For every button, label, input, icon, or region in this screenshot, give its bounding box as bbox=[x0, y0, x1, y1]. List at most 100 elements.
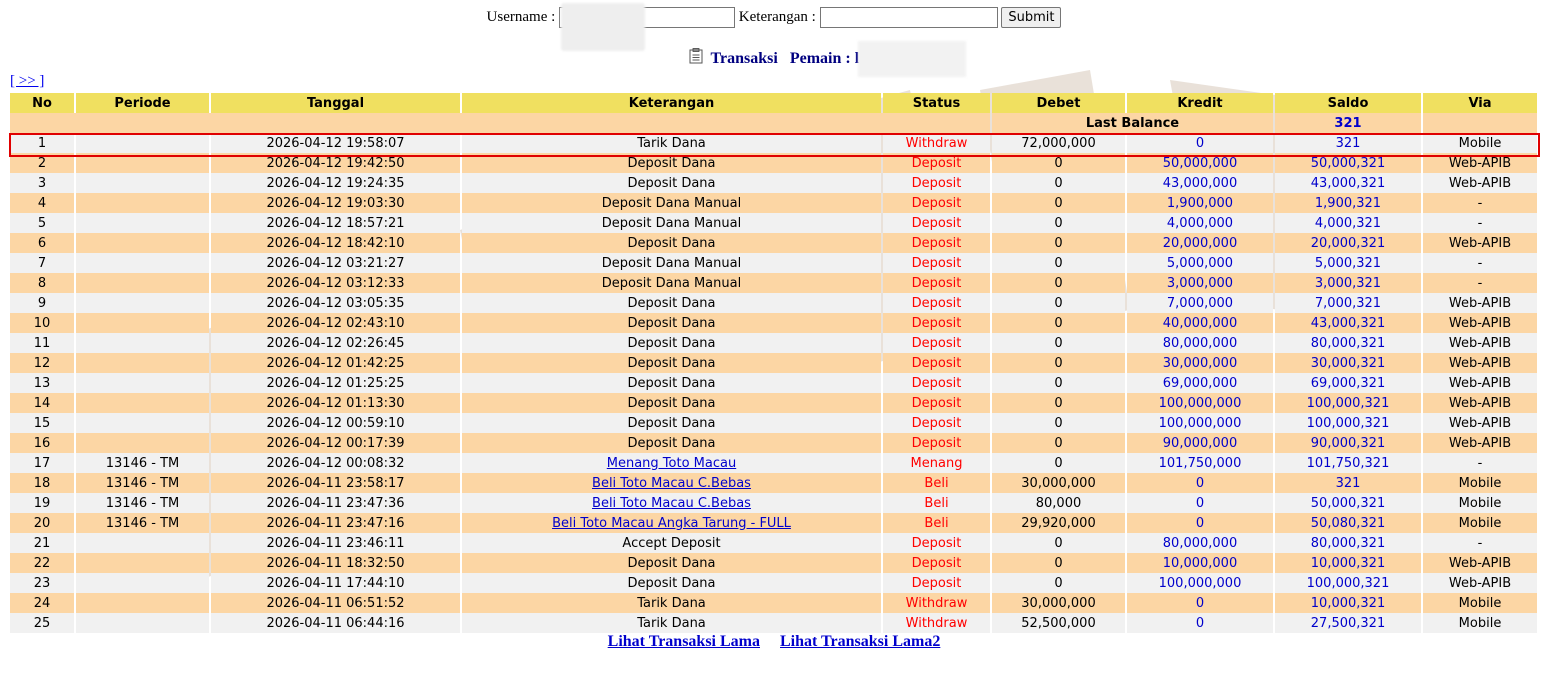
cell-saldo: 43,000,321 bbox=[1275, 173, 1421, 193]
cell-tanggal: 2026-04-11 18:32:50 bbox=[211, 553, 460, 573]
table-row: 7 2026-04-12 03:21:27 Deposit Dana Manual D… bbox=[10, 253, 1537, 273]
cell-periode bbox=[76, 213, 209, 233]
cell-via: Web-APIB bbox=[1423, 153, 1537, 173]
cell-periode bbox=[76, 533, 209, 553]
cell-periode bbox=[76, 613, 209, 633]
cell-status: Deposit bbox=[883, 353, 990, 373]
cell-tanggal: 2026-04-12 19:58:07 bbox=[211, 133, 460, 153]
cell-debet: 0 bbox=[992, 373, 1125, 393]
cell-tanggal: 2026-04-11 17:44:10 bbox=[211, 573, 460, 593]
cell-no: 15 bbox=[10, 413, 74, 433]
cell-debet: 0 bbox=[992, 333, 1125, 353]
table-row: 15 2026-04-12 00:59:10 Deposit Dana Deposit… bbox=[10, 413, 1537, 433]
cell-kredit: 50,000,000 bbox=[1127, 153, 1273, 173]
transaction-detail-link[interactable]: Beli Toto Macau Angka Tarung - FULL bbox=[552, 516, 791, 531]
table-row: 22 2026-04-11 18:32:50 Deposit Dana Deposit… bbox=[10, 553, 1537, 573]
cell-tanggal: 2026-04-12 00:17:39 bbox=[211, 433, 460, 453]
col-via: Via bbox=[1423, 93, 1537, 113]
cell-keterangan: Deposit Dana bbox=[462, 413, 881, 433]
cell-saldo: 321 bbox=[1275, 473, 1421, 493]
cell-via: Mobile bbox=[1423, 133, 1537, 153]
cell-status: Deposit bbox=[883, 553, 990, 573]
cell-via: Web-APIB bbox=[1423, 433, 1537, 453]
cell-kredit: 80,000,000 bbox=[1127, 533, 1273, 553]
cell-debet: 30,000,000 bbox=[992, 593, 1125, 613]
cell-via: Web-APIB bbox=[1423, 553, 1537, 573]
last-balance-value: 321 bbox=[1275, 113, 1421, 133]
cell-periode bbox=[76, 433, 209, 453]
cell-status: Deposit bbox=[883, 413, 990, 433]
cell-keterangan: Beli Toto Macau Angka Tarung - FULL bbox=[462, 513, 881, 533]
cell-no: 3 bbox=[10, 173, 74, 193]
cell-kredit: 0 bbox=[1127, 613, 1273, 633]
cell-via: - bbox=[1423, 193, 1537, 213]
cell-no: 11 bbox=[10, 333, 74, 353]
cell-kredit: 0 bbox=[1127, 133, 1273, 153]
cell-via: - bbox=[1423, 213, 1537, 233]
pemain-wrap: Pemain : l bbox=[790, 41, 966, 77]
table-row: 4 2026-04-12 19:03:30 Deposit Dana Manual D… bbox=[10, 193, 1537, 213]
cell-no: 6 bbox=[10, 233, 74, 253]
cell-keterangan: Deposit Dana bbox=[462, 393, 881, 413]
cell-status: Deposit bbox=[883, 313, 990, 333]
col-keterangan: Keterangan bbox=[462, 93, 881, 113]
cell-periode bbox=[76, 293, 209, 313]
cell-tanggal: 2026-04-12 03:12:33 bbox=[211, 273, 460, 293]
col-kredit: Kredit bbox=[1127, 93, 1273, 113]
cell-no: 7 bbox=[10, 253, 74, 273]
cell-saldo: 80,000,321 bbox=[1275, 533, 1421, 553]
cell-saldo: 10,000,321 bbox=[1275, 593, 1421, 613]
cell-periode: 13146 - TM bbox=[76, 473, 209, 493]
col-debet: Debet bbox=[992, 93, 1125, 113]
cell-debet: 80,000 bbox=[992, 493, 1125, 513]
cell-keterangan: Deposit Dana bbox=[462, 333, 881, 353]
cell-status: Deposit bbox=[883, 373, 990, 393]
cell-kredit: 100,000,000 bbox=[1127, 573, 1273, 593]
cell-kredit: 3,000,000 bbox=[1127, 273, 1273, 293]
cell-tanggal: 2026-04-12 01:13:30 bbox=[211, 393, 460, 413]
cell-keterangan: Deposit Dana Manual bbox=[462, 193, 881, 213]
old-transactions-link-2[interactable]: Lihat Transaksi Lama2 bbox=[780, 633, 940, 650]
last-balance-label: Last Balance bbox=[992, 113, 1273, 133]
cell-saldo: 3,000,321 bbox=[1275, 273, 1421, 293]
col-periode: Periode bbox=[76, 93, 209, 113]
cell-debet: 0 bbox=[992, 433, 1125, 453]
keterangan-input[interactable] bbox=[819, 7, 998, 28]
cell-debet: 0 bbox=[992, 153, 1125, 173]
cell-tanggal: 2026-04-12 01:42:25 bbox=[211, 353, 460, 373]
cell-kredit: 69,000,000 bbox=[1127, 373, 1273, 393]
cell-keterangan: Deposit Dana bbox=[462, 553, 881, 573]
transaction-detail-link[interactable]: Menang Toto Macau bbox=[607, 456, 736, 471]
cell-periode bbox=[76, 193, 209, 213]
cell-tanggal: 2026-04-12 02:43:10 bbox=[211, 313, 460, 333]
cell-periode bbox=[76, 393, 209, 413]
cell-keterangan: Accept Deposit bbox=[462, 533, 881, 553]
cell-no: 4 bbox=[10, 193, 74, 213]
old-transactions-link[interactable]: Lihat Transaksi Lama bbox=[608, 633, 760, 650]
cell-saldo: 80,000,321 bbox=[1275, 333, 1421, 353]
table-row: 2 2026-04-12 19:42:50 Deposit Dana Deposit 0… bbox=[10, 153, 1537, 173]
cell-keterangan: Menang Toto Macau bbox=[462, 453, 881, 473]
username-label: Username : bbox=[486, 9, 556, 25]
cell-via: Web-APIB bbox=[1423, 413, 1537, 433]
cell-via: Mobile bbox=[1423, 493, 1537, 513]
cell-no: 16 bbox=[10, 433, 74, 453]
submit-button[interactable]: Submit bbox=[1001, 7, 1062, 28]
cell-saldo: 43,000,321 bbox=[1275, 313, 1421, 333]
cell-debet: 0 bbox=[992, 533, 1125, 553]
cell-kredit: 20,000,000 bbox=[1127, 233, 1273, 253]
cell-via: Web-APIB bbox=[1423, 333, 1537, 353]
cell-status: Deposit bbox=[883, 193, 990, 213]
cell-via: Mobile bbox=[1423, 513, 1537, 533]
cell-no: 25 bbox=[10, 613, 74, 633]
cell-no: 18 bbox=[10, 473, 74, 493]
next-page-link[interactable]: [ >> ] bbox=[10, 73, 44, 90]
cell-tanggal: 2026-04-11 23:46:11 bbox=[211, 533, 460, 553]
cell-debet: 0 bbox=[992, 253, 1125, 273]
transaction-detail-link[interactable]: Beli Toto Macau C.Bebas bbox=[592, 496, 751, 511]
transaksi-title: Transaksi bbox=[710, 50, 778, 67]
transaction-detail-link[interactable]: Beli Toto Macau C.Bebas bbox=[592, 476, 751, 491]
cell-via: Web-APIB bbox=[1423, 353, 1537, 373]
cell-via: - bbox=[1423, 253, 1537, 273]
cell-debet: 0 bbox=[992, 293, 1125, 313]
